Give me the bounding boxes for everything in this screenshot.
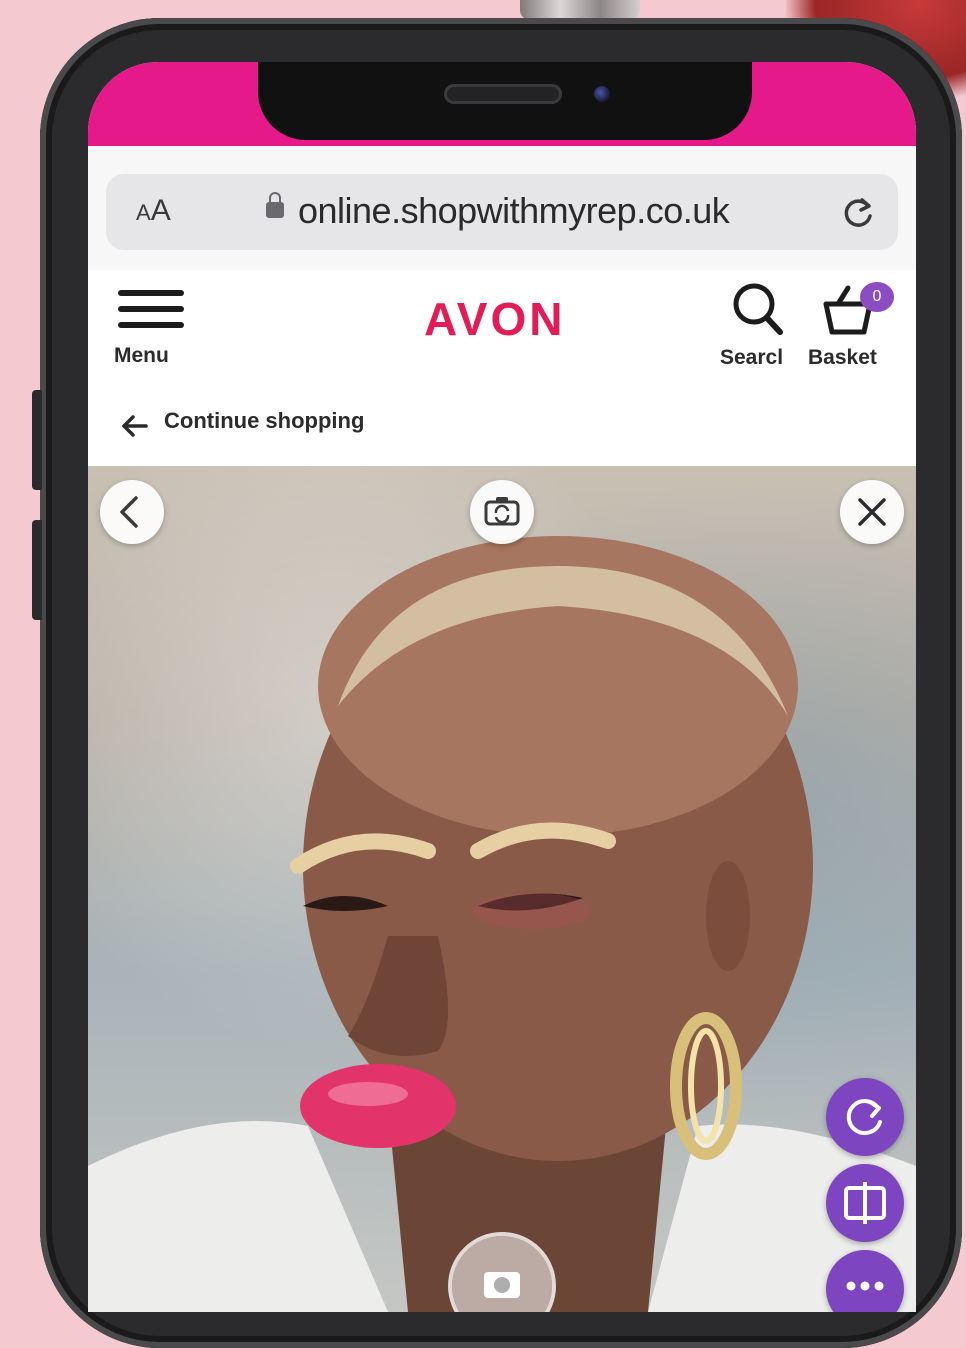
- arrow-left-icon: [122, 415, 148, 437]
- phone-side-button-top: [32, 390, 42, 490]
- search-icon: [733, 283, 783, 335]
- menu-label: Menu: [114, 344, 169, 367]
- text-size-button[interactable]: AA: [136, 194, 171, 228]
- speaker-grille: [444, 84, 562, 104]
- site-header: Menu AVON Searcl 0 Basket: [88, 270, 916, 390]
- hamburger-icon-bar: [118, 322, 184, 328]
- hamburger-icon-bar: [118, 306, 184, 312]
- continue-shopping-link[interactable]: Continue shopping: [88, 390, 916, 466]
- lock-icon: [266, 192, 284, 218]
- background-jewelry: [520, 0, 640, 20]
- menu-button[interactable]: Menu: [114, 284, 194, 374]
- switch-camera-button[interactable]: [470, 480, 534, 544]
- virtual-try-on-camera-view: [88, 466, 916, 1312]
- url-text: online.shopwithmyrep.co.uk: [298, 190, 730, 231]
- search-label: Searcl: [720, 346, 784, 369]
- basket-label: Basket: [808, 346, 877, 369]
- compare-button[interactable]: [826, 1164, 904, 1242]
- camera-icon: [484, 1272, 520, 1298]
- chevron-left-icon: [120, 496, 138, 528]
- basket-button[interactable]: 0 Basket: [804, 278, 914, 378]
- split-compare-icon: [844, 1182, 886, 1224]
- browser-address-bar: AA online.shopwithmyrep.co.uk: [88, 146, 916, 271]
- search-button[interactable]: Searcl: [718, 278, 808, 378]
- phone-notch: [258, 62, 752, 140]
- front-camera-lens: [594, 86, 610, 102]
- hamburger-icon: [118, 290, 184, 296]
- continue-shopping-label: Continue shopping: [164, 408, 365, 433]
- close-button[interactable]: [840, 480, 904, 544]
- rotate-icon: [846, 1099, 882, 1136]
- phone-screen: AA online.shopwithmyrep.co.uk Menu AVON …: [88, 62, 916, 1312]
- switch-camera-icon: [484, 497, 520, 526]
- user-face-photo: [88, 536, 916, 1312]
- phone-side-button-bottom: [32, 520, 42, 620]
- capture-photo-button[interactable]: [452, 1236, 552, 1312]
- reload-icon[interactable]: [838, 192, 878, 232]
- back-button[interactable]: [100, 480, 164, 544]
- close-icon: [858, 498, 886, 526]
- more-dots-icon: [846, 1281, 884, 1291]
- avon-logo[interactable]: AVON: [424, 292, 566, 346]
- more-options-button[interactable]: [826, 1250, 904, 1312]
- url-field[interactable]: AA online.shopwithmyrep.co.uk: [106, 174, 898, 250]
- basket-count-badge: 0: [860, 282, 894, 312]
- reset-button[interactable]: [826, 1078, 904, 1156]
